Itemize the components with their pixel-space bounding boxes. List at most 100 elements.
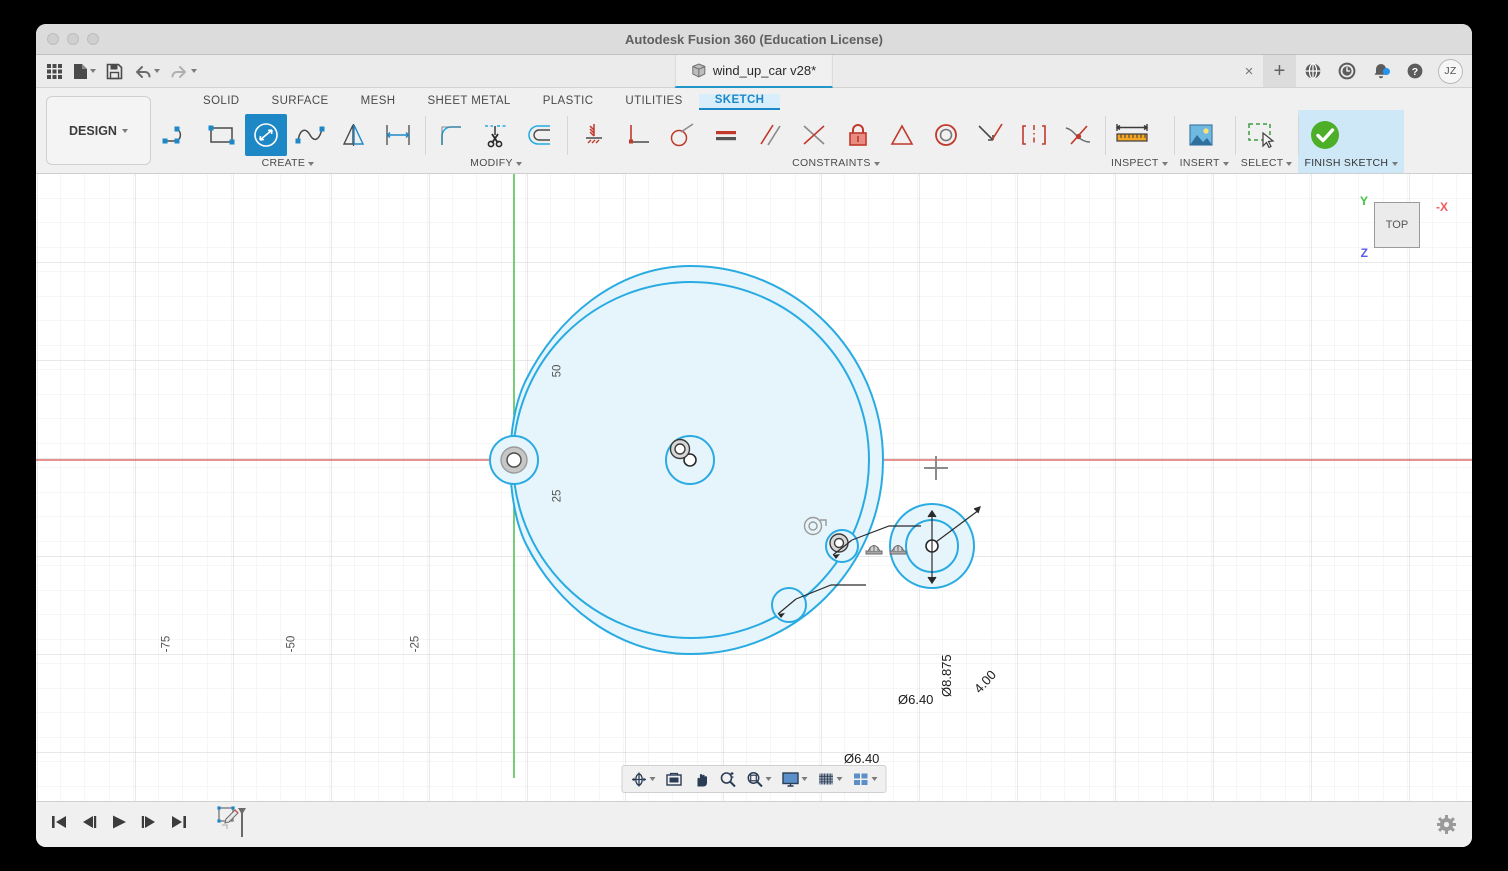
mirror-icon[interactable] <box>333 114 375 156</box>
panel-inspect-tools <box>1111 110 1168 157</box>
y-tick-50: 50 <box>551 365 563 378</box>
file-icon[interactable] <box>69 60 100 83</box>
measure-ruler-icon[interactable] <box>1111 114 1153 156</box>
svg-text:?: ? <box>1412 66 1418 78</box>
sketch-canvas[interactable]: -75 -50 -25 50 25 Ø6.40 Ø6.40 Ø8.875 4.0… <box>36 174 1472 801</box>
trim-scissors-icon[interactable] <box>475 114 517 156</box>
undo-icon[interactable] <box>129 60 164 83</box>
step-forward-icon[interactable] <box>140 814 158 835</box>
diameter-dim-3[interactable]: Ø8.875 <box>939 654 954 697</box>
panel-create-label[interactable]: CREATE <box>157 157 419 173</box>
diameter-dim-1[interactable]: Ø6.40 <box>898 692 933 707</box>
coincident-constraint-icon[interactable] <box>573 114 615 156</box>
workspace-selector-design[interactable]: DESIGN <box>46 96 151 165</box>
panel-select-label[interactable]: SELECT <box>1241 157 1293 173</box>
fit-caret-icon <box>766 777 772 781</box>
tab-plastic[interactable]: PLASTIC <box>527 95 610 110</box>
look-at-icon[interactable] <box>661 769 688 790</box>
window-title: Autodesk Fusion 360 (Education License) <box>36 32 1472 47</box>
panel-constraints: CONSTRAINTS <box>567 110 1105 173</box>
tab-sheet-metal[interactable]: SHEET METAL <box>411 95 526 110</box>
timeline-settings-gear-icon[interactable] <box>1437 815 1472 834</box>
zoom-magnifier-icon[interactable] <box>715 769 742 790</box>
panel-create: CREATE <box>151 110 425 173</box>
avatar[interactable]: JZ <box>1438 59 1463 84</box>
fillet-icon[interactable] <box>431 114 473 156</box>
bell-icon[interactable] <box>1364 62 1398 80</box>
viewcube-axis-y: Y <box>1360 194 1368 208</box>
orbit-icon[interactable] <box>626 769 661 790</box>
panel-modify-tools <box>431 110 561 157</box>
panel-modify-caret-icon <box>516 162 522 166</box>
curvature-constraint-icon[interactable] <box>1057 114 1099 156</box>
panel-inspect-label[interactable]: INSPECT <box>1111 157 1168 173</box>
go-to-end-icon[interactable] <box>170 814 188 835</box>
tab-sketch[interactable]: SKETCH <box>699 94 781 110</box>
display-settings-caret-icon <box>802 777 808 781</box>
parallel-constraint-icon[interactable] <box>749 114 791 156</box>
midpoint-constraint-icon[interactable] <box>881 114 923 156</box>
panel-insert-label[interactable]: INSERT <box>1180 157 1229 173</box>
help-icon[interactable]: ? <box>1398 62 1432 80</box>
panel-inspect: INSPECT <box>1105 110 1174 173</box>
symmetry-constraint-icon[interactable] <box>1013 114 1055 156</box>
diameter-dim-2[interactable]: Ø6.40 <box>844 751 879 766</box>
dimension-icon[interactable] <box>377 114 419 156</box>
redo-icon[interactable] <box>166 60 201 83</box>
horizontal-vertical-constraint-icon[interactable] <box>969 114 1011 156</box>
panel-insert-caret-icon <box>1223 162 1229 166</box>
go-to-beginning-icon[interactable] <box>50 814 68 835</box>
panel-modify-label[interactable]: MODIFY <box>431 157 561 173</box>
timeline-feature-sketch[interactable] <box>216 805 246 844</box>
concentric-marker-left <box>501 447 527 473</box>
panel-finish-sketch[interactable]: FINISH SKETCH <box>1298 110 1403 173</box>
insert-image-icon[interactable] <box>1180 114 1222 156</box>
app-grid-icon[interactable] <box>42 60 67 83</box>
tab-utilities[interactable]: UTILITIES <box>609 95 698 110</box>
tab-solid[interactable]: SOLID <box>187 95 256 110</box>
offset-icon[interactable] <box>519 114 561 156</box>
document-tab[interactable]: wind_up_car v28* <box>675 55 833 88</box>
equal-constraint-icon[interactable] <box>705 114 747 156</box>
concentric-marker-center <box>671 440 690 459</box>
perpendicular-constraint-icon[interactable] <box>793 114 835 156</box>
x-tick-neg50: -50 <box>285 636 297 653</box>
clock-icon[interactable] <box>1330 62 1364 80</box>
select-cursor-icon[interactable] <box>1241 114 1283 156</box>
close-document-tab-icon[interactable]: × <box>1235 63 1263 80</box>
workspace-label: DESIGN <box>69 124 117 138</box>
ribbon: DESIGN SOLID SURFACE MESH SHEET METAL PL… <box>36 88 1472 174</box>
fix-unfix-lock-icon[interactable] <box>837 114 879 156</box>
tab-mesh[interactable]: MESH <box>345 95 412 110</box>
grid-snaps-icon[interactable] <box>813 769 848 790</box>
line-arc-icon[interactable] <box>157 114 199 156</box>
save-icon[interactable] <box>102 60 127 83</box>
panel-constraints-label[interactable]: CONSTRAINTS <box>573 157 1099 173</box>
concentric-marker-b <box>830 534 848 552</box>
tangent-constraint-icon[interactable] <box>661 114 703 156</box>
tab-surface[interactable]: SURFACE <box>256 95 345 110</box>
fit-view-icon[interactable] <box>742 769 777 790</box>
viewcube-axis-z: Z <box>1361 246 1368 260</box>
document-cube-icon <box>692 63 706 78</box>
viewcube[interactable]: TOP <box>1374 202 1420 248</box>
circle-icon[interactable] <box>245 114 287 156</box>
concentric-constraint-icon[interactable] <box>925 114 967 156</box>
spline-icon[interactable] <box>289 114 331 156</box>
new-document-tab-button[interactable]: + <box>1263 55 1296 87</box>
timeline-bar <box>36 801 1472 847</box>
rectangle-icon[interactable] <box>201 114 243 156</box>
panel-modify-label-text: MODIFY <box>470 157 512 169</box>
finish-sketch-check-icon[interactable] <box>1304 114 1346 156</box>
pan-hand-icon[interactable] <box>688 769 715 790</box>
navigation-bar <box>622 765 887 793</box>
display-settings-icon[interactable] <box>777 769 813 790</box>
grid-snaps-caret-icon <box>837 777 843 781</box>
collinear-constraint-icon[interactable] <box>617 114 659 156</box>
panel-finish-sketch-label[interactable]: FINISH SKETCH <box>1304 157 1397 173</box>
play-icon[interactable] <box>110 814 128 835</box>
panel-constraints-caret-icon <box>874 162 880 166</box>
globe-icon[interactable] <box>1296 62 1330 80</box>
viewports-icon[interactable] <box>848 769 883 790</box>
step-back-icon[interactable] <box>80 814 98 835</box>
